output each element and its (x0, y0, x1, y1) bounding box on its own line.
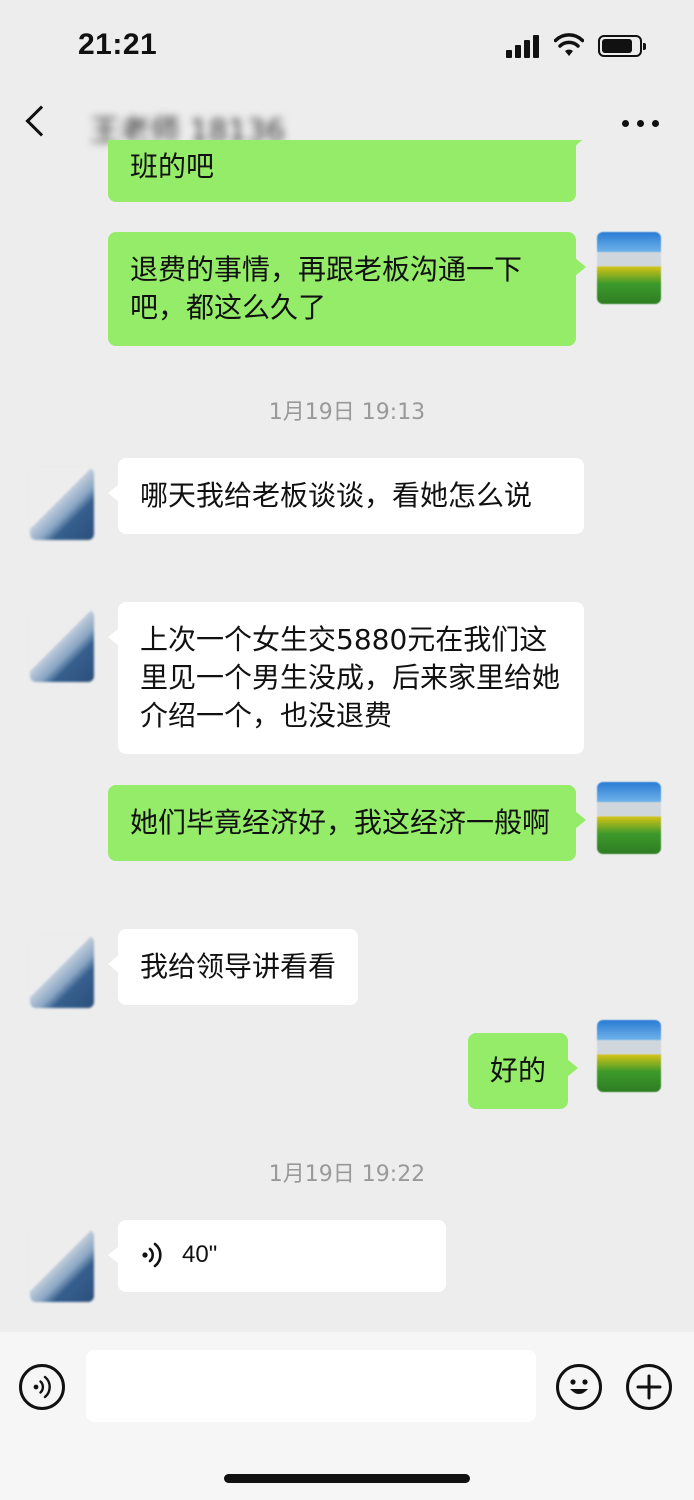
status-bar: 21:21 (0, 0, 694, 92)
avatar-self[interactable] (597, 232, 661, 304)
voice-wave-icon (142, 1242, 162, 1268)
avatar-contact[interactable] (30, 468, 94, 540)
message-incoming[interactable]: 我给领导讲看看 (107, 929, 359, 1005)
message-text: 上次一个女生交5880元在我们这里见一个男生没成，后来家里给她介绍一个，也没退费 (140, 623, 561, 732)
message-outgoing[interactable]: 好的 (468, 1033, 579, 1109)
voice-duration: 40" (182, 1241, 218, 1268)
avatar-contact[interactable] (30, 1230, 94, 1302)
message-input[interactable] (86, 1350, 536, 1422)
message-incoming[interactable]: 哪天我给老板谈谈，看她怎么说 (108, 458, 584, 534)
signal-icon (506, 34, 542, 58)
add-icon[interactable] (626, 1364, 672, 1410)
wifi-icon (554, 33, 584, 56)
avatar-contact[interactable] (30, 610, 94, 682)
chat-area[interactable]: 班的吧 退费的事情，再跟老板沟通一下吧，都这么久了 1月19日 19:13 哪天… (0, 140, 694, 1330)
message-outgoing[interactable]: 退费的事情，再跟老板沟通一下吧，都这么久了 (108, 232, 586, 346)
message-outgoing[interactable]: 班的吧 (108, 140, 586, 202)
message-text: 好的 (490, 1054, 547, 1087)
timestamp: 1月19日 19:13 (268, 400, 426, 425)
message-outgoing[interactable]: 她们毕竟经济好，我这经济一般啊 (108, 785, 586, 861)
timestamp: 1月19日 19:22 (268, 1162, 426, 1187)
voice-message[interactable]: 40" (108, 1220, 446, 1292)
message-text: 退费的事情，再跟老板沟通一下吧，都这么久了 (130, 253, 523, 324)
battery-icon (598, 35, 646, 57)
emoji-icon[interactable] (556, 1364, 602, 1410)
chat-title: 王老师 18136 (90, 114, 285, 142)
avatar-self[interactable] (597, 782, 661, 854)
more-icon[interactable] (622, 120, 662, 128)
message-text: 班的吧 (130, 150, 215, 183)
avatar-contact[interactable] (30, 936, 94, 1008)
message-incoming[interactable]: 上次一个女生交5880元在我们这里见一个男生没成，后来家里给她介绍一个，也没退费 (108, 602, 584, 754)
message-text: 我给领导讲看看 (140, 950, 337, 983)
avatar-self[interactable] (597, 1020, 661, 1092)
message-text: 她们毕竟经济好，我这经济一般啊 (130, 806, 551, 839)
status-time: 21:21 (78, 28, 158, 61)
message-text: 哪天我给老板谈谈，看她怎么说 (140, 479, 533, 512)
back-icon[interactable] (25, 105, 57, 137)
home-indicator[interactable] (224, 1474, 470, 1483)
voice-input-icon[interactable] (19, 1364, 65, 1410)
